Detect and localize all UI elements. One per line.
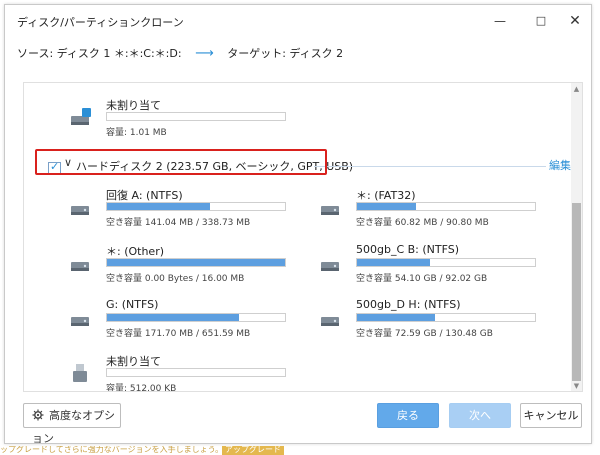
usage-bar-fill	[357, 203, 416, 210]
advanced-options-label: 高度なオプション	[32, 409, 115, 445]
title-bar: ディスク/パーティションクローン — □ ✕	[5, 5, 591, 37]
partition-item[interactable]: 回復 A: (NTFS) 空き容量 141.04 MB / 338.73 MB	[70, 187, 310, 241]
partition-capacity: 容量: 1.01 MB	[106, 128, 167, 138]
disk-drive-icon	[71, 262, 89, 271]
cancel-button[interactable]: キャンセル	[520, 403, 582, 428]
usage-bar	[106, 202, 286, 211]
usb-drive-icon	[73, 364, 87, 382]
usage-bar-fill	[107, 259, 285, 266]
clone-dialog: ディスク/パーティションクローン — □ ✕ ソース: ディスク 1 ＊:＊:C…	[4, 4, 592, 445]
partition-capacity: 容量: 512.00 KB	[106, 384, 177, 392]
advanced-options-button[interactable]: 高度なオプション	[23, 403, 121, 445]
usage-bar	[356, 313, 536, 322]
partition-item-unallocated[interactable]: 未割り当て 容量: 512.00 KB	[70, 353, 310, 392]
scroll-down-icon[interactable]: ▼	[572, 382, 581, 390]
partition-name: ＊: (FAT32)	[356, 189, 416, 202]
partition-capacity: 空き容量 72.59 GB / 130.48 GB	[356, 329, 493, 339]
edit-link[interactable]: 編集	[549, 157, 571, 173]
partition-name: 500gb_D H: (NTFS)	[356, 298, 461, 311]
source-label: ソース: ディスク 1 ＊:＊:C:＊:D:	[17, 47, 182, 60]
partition-capacity: 空き容量 141.04 MB / 338.73 MB	[106, 218, 251, 228]
disk-drive-icon	[71, 317, 89, 326]
scroll-thumb[interactable]	[572, 203, 581, 381]
close-button[interactable]: ✕	[566, 12, 584, 30]
usage-bar-fill	[107, 314, 239, 321]
usage-bar-fill	[107, 203, 211, 210]
partition-item[interactable]: ＊: (FAT32) 空き容量 60.82 MB / 90.80 MB	[320, 187, 560, 241]
usage-bar-fill	[357, 259, 430, 266]
usage-bar	[106, 313, 286, 322]
usage-bar	[106, 112, 286, 121]
partition-name: 未割り当て	[106, 99, 161, 112]
scroll-up-icon[interactable]: ▲	[572, 85, 581, 93]
upgrade-banner: ップグレードしてさらに強力なバージョンを入手しましょう。 アップグレード	[0, 446, 600, 455]
partition-capacity: 空き容量 60.82 MB / 90.80 MB	[356, 218, 489, 228]
partition-name: 回復 A: (NTFS)	[106, 189, 183, 202]
window-title: ディスク/パーティションクローン	[17, 16, 184, 29]
usage-bar	[356, 258, 536, 267]
partition-capacity: 空き容量 171.70 MB / 651.59 MB	[106, 329, 251, 339]
partition-name: 未割り当て	[106, 355, 161, 368]
partition-list[interactable]: 未割り当て 容量: 1.01 MB ✓ ∨ ハードディスク 2 (223.57 …	[23, 82, 583, 392]
disk-drive-icon	[71, 108, 91, 125]
disk-drive-icon	[71, 206, 89, 215]
partition-item[interactable]: 500gb_D H: (NTFS) 空き容量 72.59 GB / 130.48…	[320, 298, 560, 352]
target-label: ターゲット: ディスク 2	[227, 47, 344, 60]
usage-bar	[106, 258, 286, 267]
usage-bar	[356, 202, 536, 211]
partition-item-unallocated-top[interactable]: 未割り当て 容量: 1.01 MB	[70, 97, 310, 151]
maximize-button[interactable]: □	[532, 12, 550, 30]
upgrade-button[interactable]: アップグレード	[222, 446, 284, 455]
disk-drive-icon	[321, 317, 339, 326]
upgrade-text: ップグレードしてさらに強力なバージョンを入手しましょう。	[0, 446, 224, 454]
disk-drive-icon	[321, 206, 339, 215]
partition-capacity: 空き容量 0.00 Bytes / 16.00 MB	[106, 274, 245, 284]
back-button[interactable]: 戻る	[377, 403, 439, 428]
usage-bar-fill	[357, 314, 436, 321]
usage-bar	[106, 368, 286, 377]
divider	[314, 166, 546, 167]
source-target-route: ソース: ディスク 1 ＊:＊:C:＊:D: ⟶ ターゲット: ディスク 2	[17, 45, 577, 65]
minimize-button[interactable]: —	[491, 12, 509, 30]
partition-name: 500gb_C B: (NTFS)	[356, 243, 460, 256]
partition-item[interactable]: ＊: (Other) 空き容量 0.00 Bytes / 16.00 MB	[70, 243, 310, 297]
next-button[interactable]: 次へ	[449, 403, 511, 428]
disk-drive-icon	[321, 262, 339, 271]
arrow-icon: ⟶	[195, 45, 214, 61]
dialog-footer: 高度なオプション 戻る 次へ キャンセル	[5, 403, 591, 445]
partition-name: ＊: (Other)	[106, 245, 165, 258]
partition-item[interactable]: G: (NTFS) 空き容量 171.70 MB / 651.59 MB	[70, 298, 310, 352]
partition-name: G: (NTFS)	[106, 298, 159, 311]
gear-icon	[32, 409, 44, 421]
vertical-scrollbar[interactable]: ▲ ▼	[571, 83, 582, 391]
partition-capacity: 空き容量 54.10 GB / 92.02 GB	[356, 274, 488, 284]
partition-item[interactable]: 500gb_C B: (NTFS) 空き容量 54.10 GB / 92.02 …	[320, 243, 560, 297]
disk2-highlight-box	[35, 149, 327, 175]
